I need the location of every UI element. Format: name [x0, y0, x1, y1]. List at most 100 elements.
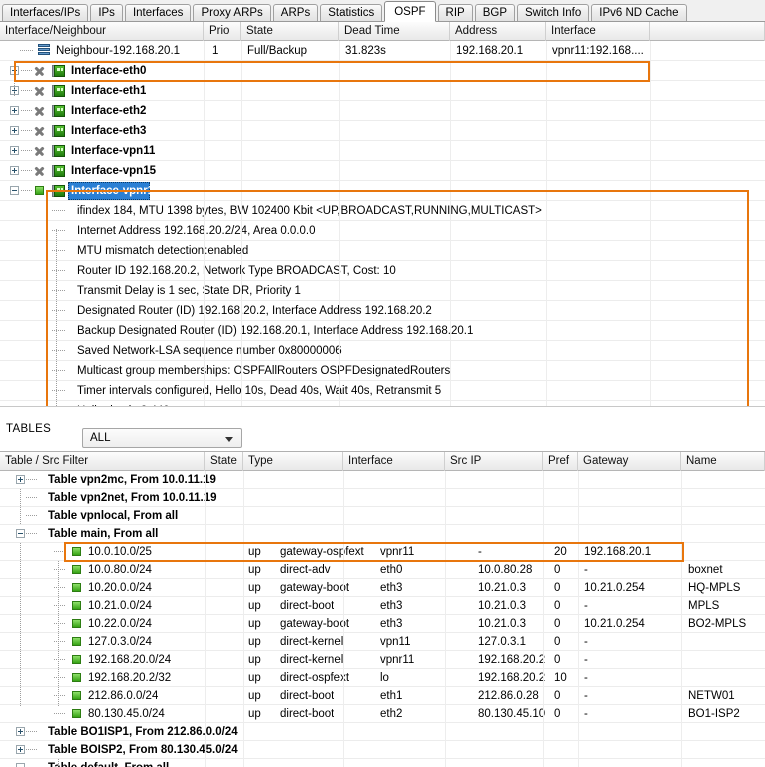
- ospf-detail-text: ifindex 184, MTU 1398 bytes, BW 102400 K…: [77, 205, 542, 217]
- tab-rip[interactable]: RIP: [437, 4, 473, 21]
- neighbour-prio: 1: [212, 45, 219, 57]
- column-divider: [650, 41, 651, 406]
- collapse-icon[interactable]: [16, 529, 25, 538]
- interface-label: Interface-eth0: [71, 65, 147, 77]
- expand-icon[interactable]: [16, 475, 25, 484]
- tab-ipv6-nd-cache[interactable]: IPv6 ND Cache: [591, 4, 687, 21]
- route-status-indicator: [72, 547, 81, 556]
- column-divider: [578, 471, 579, 767]
- routes-column-header[interactable]: Interface: [343, 452, 445, 471]
- tree-spine: [58, 561, 59, 707]
- tab-proxy-arps[interactable]: Proxy ARPs: [193, 4, 271, 21]
- route-type: direct-adv: [280, 564, 331, 576]
- ospf-column-header[interactable]: State: [241, 22, 339, 41]
- tree-connector: [54, 659, 65, 660]
- routing-table-group-row[interactable]: Table BO1ISP1, From 212.86.0.0/24: [0, 723, 765, 741]
- tree-connector: [21, 170, 33, 171]
- routing-table-group-row[interactable]: Table vpn2mc, From 10.0.11.19: [0, 471, 765, 489]
- route-row[interactable]: 192.168.20.0/24 up direct-kernel vpnr11 192.…: [0, 651, 765, 669]
- routing-table-group-row[interactable]: Table main, From all: [0, 525, 765, 543]
- interface-label-selected: Interface-vpnr11: [71, 185, 160, 197]
- tab-ips[interactable]: IPs: [90, 4, 123, 21]
- tab-switch-info[interactable]: Switch Info: [517, 4, 590, 21]
- route-gateway: -: [584, 708, 588, 720]
- tree-spine: [20, 489, 21, 525]
- ospf-column-header[interactable]: Prio: [204, 22, 241, 41]
- expand-icon[interactable]: [16, 727, 25, 736]
- expand-icon[interactable]: [10, 146, 19, 155]
- neighbour-address: 192.168.20.1: [456, 45, 524, 57]
- tab-statistics[interactable]: Statistics: [320, 4, 383, 21]
- main-tab-bar: Interfaces/IPs IPs Interfaces Proxy ARPs ARP…: [0, 0, 765, 22]
- routes-column-header[interactable]: Type: [243, 452, 343, 471]
- routes-column-header[interactable]: Name: [681, 452, 765, 471]
- routes-column-header[interactable]: Gateway: [578, 452, 681, 471]
- interface-label: Interface-eth1: [71, 85, 147, 97]
- neighbour-server-icon: [38, 44, 50, 57]
- routing-table-group-row[interactable]: Table BOISP2, From 80.130.45.0/24: [0, 741, 765, 759]
- tab-bgp[interactable]: BGP: [474, 4, 515, 21]
- routing-table-group-row[interactable]: Table vpn2net, From 10.0.11.19: [0, 489, 765, 507]
- route-gateway: -: [584, 654, 588, 666]
- route-row[interactable]: 192.168.20.2/32 up direct-ospfext lo 192.168…: [0, 669, 765, 687]
- route-row[interactable]: 10.20.0.0/24 up gateway-boot eth3 10.21.0.3 0…: [0, 579, 765, 597]
- tree-connector: [54, 695, 65, 696]
- expand-icon[interactable]: [10, 106, 19, 115]
- tree-connector: [52, 210, 66, 211]
- column-divider: [450, 41, 451, 406]
- routing-table-group-label: Table BOISP2, From 80.130.45.0/24: [48, 744, 238, 756]
- tab-interfaces-ips[interactable]: Interfaces/IPs: [2, 4, 89, 21]
- tab-interfaces[interactable]: Interfaces: [124, 4, 192, 21]
- neighbour-dead-time: 31.823s: [345, 45, 386, 57]
- ospf-grid-header: Interface/Neighbour Prio State Dead Time Add…: [0, 22, 765, 41]
- route-status-indicator: [72, 673, 81, 682]
- chevron-down-icon[interactable]: [225, 437, 233, 442]
- routing-table-group-label: Table vpn2net, From 10.0.11.19: [48, 492, 217, 504]
- routes-column-header[interactable]: Table / Src Filter: [0, 452, 205, 471]
- network-card-icon: [52, 65, 65, 77]
- route-gateway: -: [584, 600, 588, 612]
- route-row[interactable]: 10.0.80.0/24 up direct-adv eth0 10.0.80.28 0 -…: [0, 561, 765, 579]
- route-status-indicator: [72, 637, 81, 646]
- route-pref: 0: [554, 600, 561, 612]
- column-divider: [339, 41, 340, 406]
- tab-arps[interactable]: ARPs: [272, 4, 319, 21]
- routes-column-header[interactable]: Src IP: [445, 452, 543, 471]
- route-row[interactable]: 10.0.10.0/25 up gateway-ospfext vpnr11 - 20 19…: [0, 542, 765, 562]
- expand-icon[interactable]: [16, 745, 25, 754]
- tree-spine: [56, 229, 57, 406]
- ospf-column-header[interactable]: Interface/Neighbour: [0, 22, 204, 41]
- route-state: up: [248, 636, 261, 648]
- route-row[interactable]: 127.0.3.0/24 up direct-kernel vpn11 127.0.3.…: [0, 633, 765, 651]
- route-src-ip: 10.0.80.28: [478, 564, 533, 576]
- route-row[interactable]: 10.21.0.0/24 up direct-boot eth3 10.21.0.3 0 -…: [0, 597, 765, 615]
- collapse-icon[interactable]: [10, 186, 19, 195]
- routes-column-header[interactable]: Pref: [543, 452, 578, 471]
- routes-column-header[interactable]: State: [205, 452, 243, 471]
- expand-icon[interactable]: [10, 126, 19, 135]
- route-interface: vpnr11: [380, 654, 415, 666]
- ospf-column-header[interactable]: Interface: [546, 22, 650, 41]
- interface-label: Interface-vpn15: [71, 165, 157, 177]
- route-row[interactable]: 80.130.45.0/24 up direct-boot eth2 80.130.45…: [0, 705, 765, 723]
- routing-table-group-row[interactable]: Table default, From all: [0, 759, 765, 767]
- table-filter-select[interactable]: ALL: [82, 428, 242, 448]
- route-row[interactable]: 10.22.0.0/24 up gateway-boot eth3 10.21.0.3 0…: [0, 615, 765, 633]
- route-destination: 10.22.0.0/24: [88, 618, 152, 630]
- tree-connector: [26, 731, 37, 732]
- disabled-x-icon: [34, 85, 45, 96]
- expand-icon[interactable]: [10, 66, 19, 75]
- expand-icon[interactable]: [10, 166, 19, 175]
- route-row[interactable]: 212.86.0.0/24 up direct-boot eth1 212.86.0.2…: [0, 687, 765, 705]
- tab-ospf[interactable]: OSPF: [384, 1, 436, 22]
- tree-connector: [52, 390, 66, 391]
- tree-connector: [21, 150, 33, 151]
- route-type: direct-kernel: [280, 636, 344, 648]
- routing-table-group-row[interactable]: Table vpnlocal, From all: [0, 507, 765, 525]
- tree-connector: [54, 623, 65, 624]
- tree-connector: [52, 370, 66, 371]
- ospf-column-header[interactable]: Dead Time: [339, 22, 450, 41]
- ospf-column-header[interactable]: Address: [450, 22, 546, 41]
- route-pref: 0: [554, 582, 561, 594]
- tree-connector: [26, 749, 37, 750]
